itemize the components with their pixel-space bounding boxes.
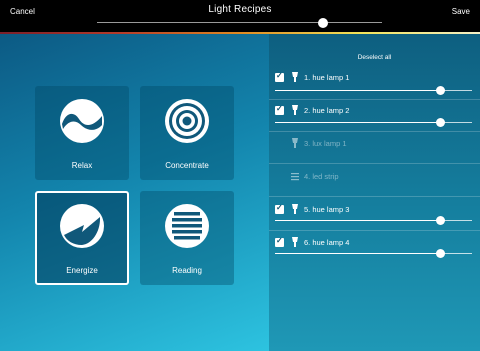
led-strip-icon <box>291 173 299 181</box>
brightness-slider-track[interactable] <box>97 22 382 23</box>
slider-fill <box>275 90 441 91</box>
lamp-icon <box>292 237 298 247</box>
recipe-tile-concentrate[interactable]: Concentrate <box>140 86 234 180</box>
light-brightness-slider[interactable] <box>275 216 472 225</box>
light-name: 5. hue lamp 3 <box>304 205 350 214</box>
light-row: 4. led strip <box>269 171 480 193</box>
lamp-icon <box>292 72 298 82</box>
light-checkbox[interactable] <box>275 104 284 115</box>
recipe-tile-reading[interactable]: Reading <box>140 191 234 285</box>
light-checkbox[interactable] <box>275 203 284 214</box>
lamp-icon <box>292 138 298 148</box>
slider-thumb[interactable] <box>435 118 445 127</box>
light-checkbox[interactable] <box>275 71 284 82</box>
lamp-icon <box>292 105 298 115</box>
recipe-label: Relax <box>71 161 93 170</box>
slider-thumb[interactable] <box>435 216 445 225</box>
light-checkbox[interactable] <box>275 236 284 247</box>
slider-thumb[interactable] <box>435 249 445 258</box>
concentric-circles-icon <box>165 99 209 143</box>
row-divider <box>269 163 480 164</box>
row-divider <box>269 131 480 132</box>
row-divider <box>269 230 480 231</box>
top-bar: Cancel Light Recipes Save <box>0 0 480 32</box>
light-row: 6. hue lamp 4 <box>269 236 480 268</box>
slider-fill <box>275 220 441 221</box>
light-name: 2. hue lamp 2 <box>304 106 350 115</box>
row-divider <box>269 196 480 197</box>
light-row: 3. lux lamp 1 <box>269 138 480 160</box>
recipe-label: Reading <box>172 266 202 275</box>
light-name: 3. lux lamp 1 <box>304 139 347 148</box>
light-name: 4. led strip <box>304 172 339 181</box>
light-name: 1. hue lamp 1 <box>304 73 350 82</box>
page-title: Light Recipes <box>208 4 272 15</box>
light-brightness-slider[interactable] <box>275 249 472 258</box>
slider-fill <box>275 122 441 123</box>
lights-panel: Deselect all 1. hue lamp 1 2. hue lamp 2… <box>269 34 480 351</box>
slider-thumb[interactable] <box>435 86 445 95</box>
recipe-label: Concentrate <box>165 161 209 170</box>
light-brightness-slider[interactable] <box>275 86 472 95</box>
row-divider <box>269 99 480 100</box>
recipe-tile-energize[interactable]: Energize <box>35 191 129 285</box>
save-button[interactable]: Save <box>452 7 470 16</box>
brightness-slider-thumb[interactable] <box>318 18 328 28</box>
light-brightness-slider[interactable] <box>275 118 472 127</box>
yin-yang-icon <box>60 99 104 143</box>
text-lines-icon <box>165 204 209 248</box>
recipes-area: Relax Concentrate Energize Reading <box>0 34 269 351</box>
slider-fill <box>275 253 441 254</box>
deselect-all-button[interactable]: Deselect all <box>269 54 480 61</box>
recipe-tile-relax[interactable]: Relax <box>35 86 129 180</box>
recipe-label: Energize <box>66 266 98 275</box>
light-name: 6. hue lamp 4 <box>304 238 350 247</box>
lamp-icon <box>292 204 298 214</box>
lightning-bolt-icon <box>60 204 104 248</box>
